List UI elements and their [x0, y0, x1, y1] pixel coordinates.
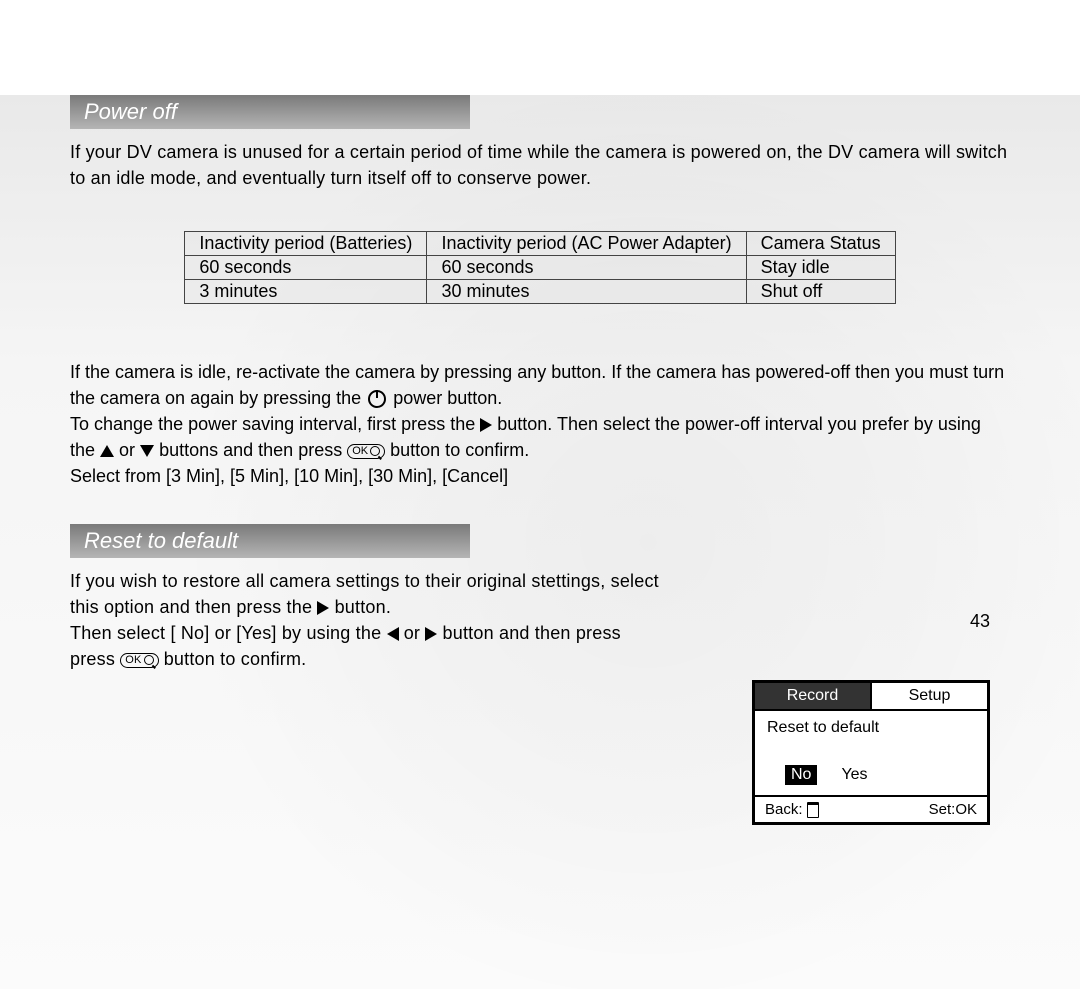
- section-heading-power-off: Power off: [70, 95, 470, 129]
- table-row: Inactivity period (Batteries) Inactivity…: [185, 232, 895, 256]
- ok-button-icon: OK: [120, 653, 158, 668]
- right-arrow-icon: [317, 601, 329, 615]
- down-arrow-icon: [140, 445, 154, 457]
- th-status: Camera Status: [746, 232, 895, 256]
- lcd-tab-setup: Setup: [870, 683, 987, 711]
- up-arrow-icon: [100, 445, 114, 457]
- lcd-option-yes: Yes: [835, 765, 873, 785]
- right-arrow-icon: [480, 418, 492, 432]
- inactivity-table: Inactivity period (Batteries) Inactivity…: [184, 231, 895, 304]
- ok-button-icon: OK: [347, 444, 385, 459]
- trash-icon: [807, 802, 819, 818]
- lcd-set-label: Set:OK: [929, 801, 977, 818]
- lcd-back-label: Back:: [765, 801, 819, 818]
- reset-body: If you wish to restore all camera settin…: [70, 568, 690, 672]
- power-off-body: If the camera is idle, re-activate the c…: [70, 359, 1010, 489]
- lcd-tab-record: Record: [755, 683, 870, 711]
- left-arrow-icon: [387, 627, 399, 641]
- right-arrow-icon: [425, 627, 437, 641]
- table-row: 3 minutes 30 minutes Shut off: [185, 280, 895, 304]
- table-row: 60 seconds 60 seconds Stay idle: [185, 256, 895, 280]
- lcd-option-no: No: [785, 765, 817, 785]
- lcd-illustration: Record Setup Reset to default No Yes Bac…: [752, 680, 990, 825]
- power-off-intro: If your DV camera is unused for a certai…: [70, 139, 1010, 191]
- th-ac: Inactivity period (AC Power Adapter): [427, 232, 746, 256]
- page-number: 43: [970, 611, 990, 632]
- section-heading-reset: Reset to default: [70, 524, 470, 558]
- th-batteries: Inactivity period (Batteries): [185, 232, 427, 256]
- power-icon: [368, 390, 386, 408]
- lcd-title: Reset to default: [767, 719, 975, 737]
